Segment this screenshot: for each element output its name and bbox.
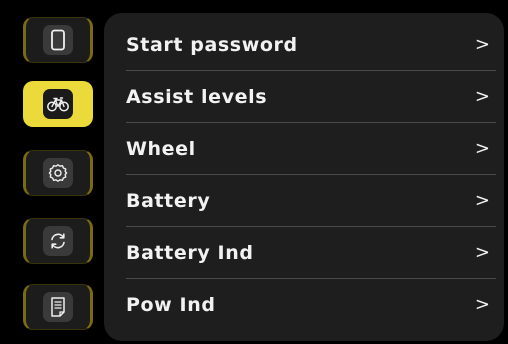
sidebar-item-display[interactable] [23,17,93,63]
menu-item-label: Battery Ind [126,242,254,264]
icon-tile [43,25,73,55]
chevron-right-icon: > [474,86,490,107]
document-icon [51,297,65,317]
refresh-icon [51,233,65,249]
screen: Start password > Assist levels > Wheel >… [0,0,508,344]
icon-tile [43,158,73,188]
chevron-right-icon: > [474,138,490,159]
gear-icon [48,164,68,182]
menu-item-battery-ind[interactable]: Battery Ind > [104,227,504,279]
menu-item-battery[interactable]: Battery > [104,175,504,227]
icon-tile [43,226,73,256]
phone-icon [51,29,65,51]
sidebar-item-info[interactable] [23,284,93,330]
menu-item-wheel[interactable]: Wheel > [104,123,504,175]
menu-item-start-password[interactable]: Start password > [104,19,504,71]
sidebar-item-settings[interactable] [23,150,93,196]
menu-item-label: Pow Ind [126,294,216,316]
icon-tile [43,89,73,119]
chevron-right-icon: > [474,294,490,315]
menu-item-pow-ind[interactable]: Pow Ind > [104,279,504,331]
menu-item-label: Assist levels [126,86,268,108]
bicycle-icon [47,97,69,112]
icon-tile [43,292,73,322]
menu-item-label: Wheel [126,138,196,160]
menu-item-label: Battery [126,190,211,212]
menu-item-label: Start password [126,34,298,56]
chevron-right-icon: > [474,242,490,263]
menu-item-assist-levels[interactable]: Assist levels > [104,71,504,123]
sidebar-item-bike[interactable] [23,81,93,127]
sidebar-item-sync[interactable] [23,218,93,264]
chevron-right-icon: > [474,34,490,55]
chevron-right-icon: > [474,190,490,211]
sidebar [0,0,104,344]
settings-menu-panel: Start password > Assist levels > Wheel >… [104,13,504,341]
